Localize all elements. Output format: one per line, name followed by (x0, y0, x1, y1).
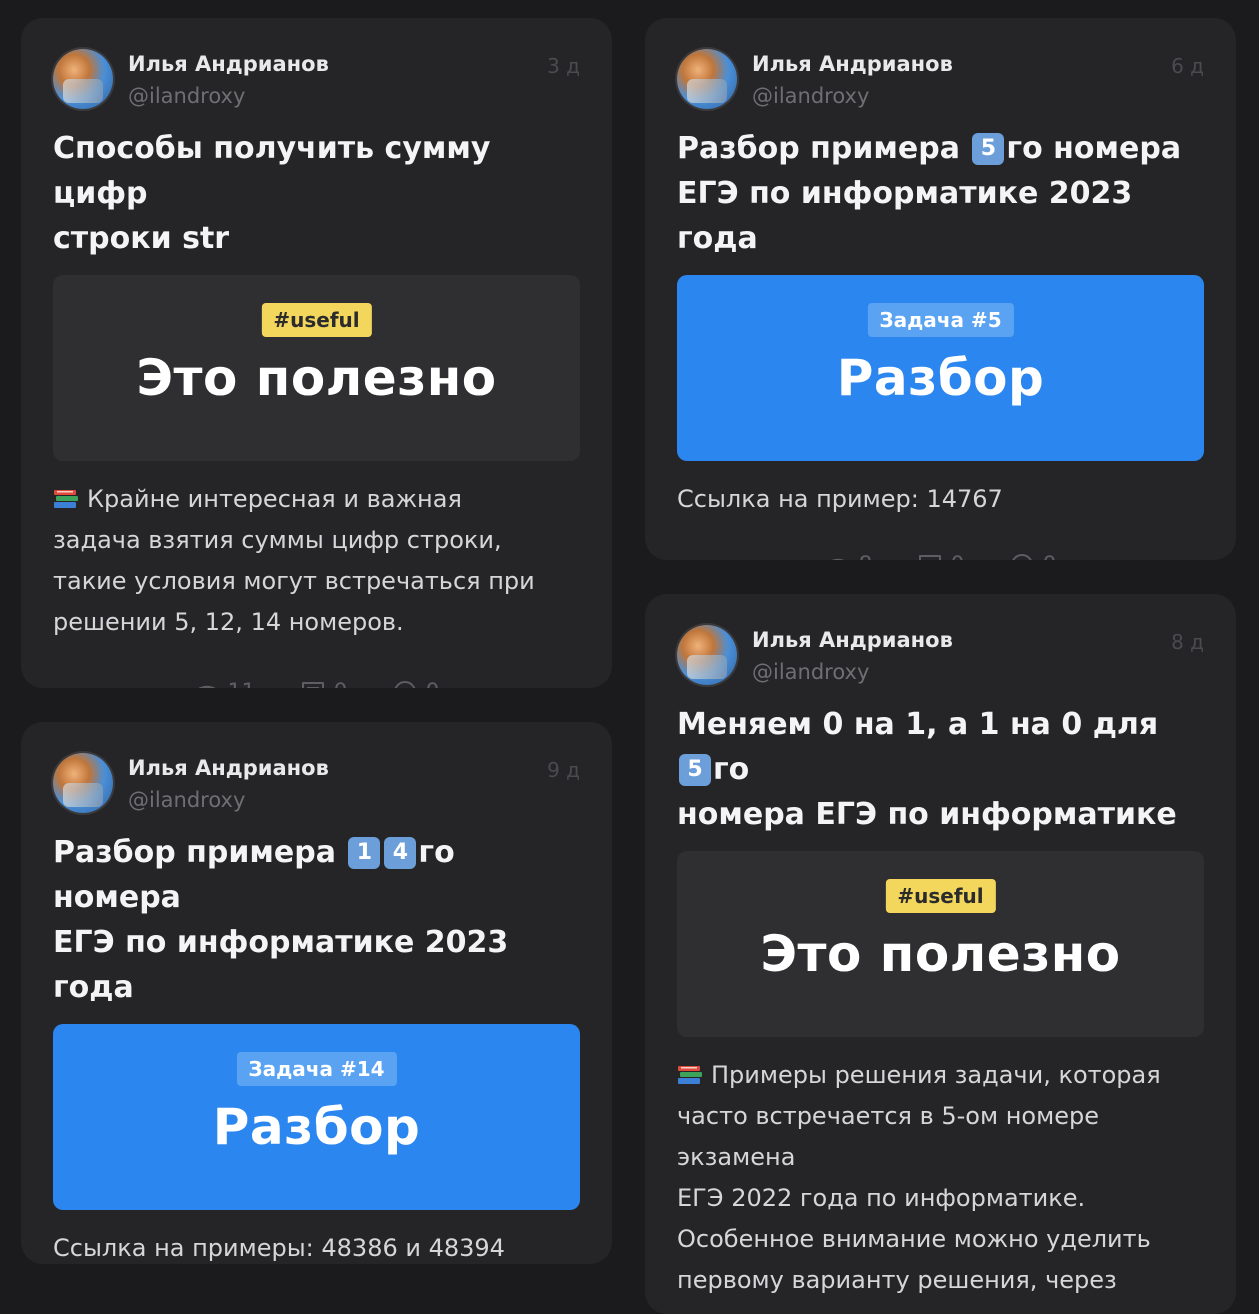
post-time: 8 д (1171, 630, 1204, 654)
post-body: Крайне интересная и важная задача взятия… (53, 479, 580, 643)
title-text: Разбор примера (677, 131, 960, 166)
number-badge: 5 (972, 133, 1005, 165)
title-text: Меняем 0 на 1, а 1 на 0 для (677, 707, 1159, 742)
post-stats: 11 0 0 (53, 677, 580, 688)
post-title[interactable]: Разбор примера 5 го номера ЕГЭ по информа… (677, 126, 1204, 261)
post-title-line: Способы получить сумму цифр (53, 131, 491, 211)
author-name[interactable]: Илья Андрианов (128, 52, 329, 76)
body-text: Крайне интересная и важная (87, 485, 462, 513)
body-text: Примеры решения задачи, которая (711, 1061, 1161, 1089)
banner-tag: #useful (885, 879, 996, 913)
body-line: задача взятия суммы цифр строки, (53, 526, 502, 554)
body-line: Особенное внимание можно уделить (677, 1225, 1151, 1253)
comment-icon (301, 682, 324, 688)
post-body: Ссылка на примеры: 48386 и 48394 (53, 1228, 580, 1264)
banner-title: Разбор (836, 349, 1045, 407)
author-name[interactable]: Илья Андрианов (752, 628, 953, 652)
post-time: 6 д (1171, 54, 1204, 78)
body-line: первому варианту решения, через (677, 1266, 1117, 1294)
author-handle[interactable]: @ilandroxy (752, 84, 869, 108)
author-name[interactable]: Илья Андрианов (128, 756, 329, 780)
post-title-line: Разбор примера 5 го номера (677, 126, 1204, 171)
post-body: Примеры решения задачи, которая часто вс… (677, 1055, 1204, 1314)
author-handle[interactable]: @ilandroxy (128, 788, 245, 812)
post-title-line: Меняем 0 на 1, а 1 на 0 для 5 го (677, 702, 1204, 792)
comments-count: 0 (334, 680, 348, 689)
body-line: Ссылка на пример: 14767 (677, 485, 1003, 513)
reactions-stat[interactable]: 0 (1009, 550, 1057, 560)
post-title-line: строки str (53, 221, 230, 256)
author-handle[interactable]: @ilandroxy (128, 84, 245, 108)
post-title-line: ЕГЭ по информатике 2023 года (53, 925, 509, 1005)
views-stat: 11 (194, 677, 256, 688)
post-time: 3 д (547, 54, 580, 78)
post-card[interactable]: Илья Андрианов @ilandroxy 9 д Разбор при… (21, 722, 612, 1264)
comments-count: 0 (951, 553, 965, 561)
body-line: метод строк (677, 1301, 1204, 1314)
number-badge: 4 (384, 837, 417, 869)
eye-icon (831, 558, 844, 560)
post-header: Илья Андрианов @ilandroxy 9 д (53, 752, 580, 814)
post-title-line: номера ЕГЭ по информатике (677, 797, 1177, 832)
banner-title: Это полезно (136, 349, 497, 407)
banner-tag: Задача #5 (867, 303, 1014, 337)
post-card[interactable]: Илья Андрианов @ilandroxy 6 д Разбор при… (645, 18, 1236, 560)
body-line: Крайне интересная и важная (53, 479, 580, 520)
post-header: Илья Андрианов @ilandroxy 3 д (53, 48, 580, 110)
body-line: решении 5, 12, 14 номеров. (53, 608, 404, 636)
title-text: го (713, 752, 750, 787)
body-line: Примеры решения задачи, которая (677, 1055, 1204, 1096)
post-banner[interactable]: #useful Это полезно (53, 275, 580, 461)
reactions-count: 0 (426, 680, 440, 689)
views-stat: 8 (825, 550, 873, 560)
post-banner[interactable]: #useful Это полезно (677, 851, 1204, 1037)
post-title[interactable]: Разбор примера 1 4 го номера ЕГЭ по информ… (53, 830, 580, 1010)
body-line: такие условия могут встречаться при (53, 567, 535, 595)
post-title[interactable]: Меняем 0 на 1, а 1 на 0 для 5 го номера Е… (677, 702, 1204, 837)
comment-icon (918, 555, 941, 560)
post-stats: 8 0 0 (677, 550, 1204, 560)
post-header: Илья Андрианов @ilandroxy 8 д (677, 624, 1204, 686)
views-count: 11 (228, 680, 256, 689)
banner-tag: Задача #14 (236, 1052, 397, 1086)
number-badge: 5 (679, 754, 711, 786)
comments-stat[interactable]: 0 (300, 677, 348, 688)
avatar[interactable] (677, 625, 737, 685)
post-banner[interactable]: Задача #14 Разбор (53, 1024, 580, 1210)
body-line: ЕГЭ 2022 года по информатике. (677, 1184, 1086, 1212)
post-header: Илья Андрианов @ilandroxy 6 д (677, 48, 1204, 110)
views-count: 8 (859, 553, 873, 561)
post-title[interactable]: Способы получить сумму цифр строки str (53, 126, 580, 261)
reactions-stat[interactable]: 0 (392, 677, 440, 688)
eye-icon (198, 685, 215, 688)
smile-icon (394, 681, 415, 688)
banner-title: Это полезно (760, 925, 1121, 983)
body-line: экзамена (677, 1143, 796, 1171)
post-title-line: Разбор примера 1 4 го номера (53, 830, 580, 920)
banner-title: Разбор (212, 1098, 421, 1156)
post-banner[interactable]: Задача #5 Разбор (677, 275, 1204, 461)
body-line: часто встречается в 5-ом номере (677, 1102, 1099, 1130)
books-icon (54, 490, 78, 508)
title-text: Разбор примера (53, 835, 336, 870)
author-name[interactable]: Илья Андрианов (752, 52, 953, 76)
post-card[interactable]: Илья Андрианов @ilandroxy 3 д Способы по… (21, 18, 612, 688)
post-title-line: ЕГЭ по информатике 2023 года (677, 176, 1133, 256)
reactions-count: 0 (1043, 553, 1057, 561)
avatar[interactable] (53, 753, 113, 813)
author-handle[interactable]: @ilandroxy (752, 660, 869, 684)
avatar[interactable] (677, 49, 737, 109)
title-text: го номера (1006, 131, 1182, 166)
body-line: Ссылка на примеры: 48386 и 48394 (53, 1234, 505, 1262)
post-body: Ссылка на пример: 14767 (677, 479, 1204, 520)
number-badge: 1 (348, 837, 381, 869)
smile-icon (1011, 554, 1032, 560)
comments-stat[interactable]: 0 (917, 550, 965, 560)
post-card[interactable]: Илья Андрианов @ilandroxy 8 д Меняем 0 н… (645, 594, 1236, 1314)
books-icon (678, 1066, 702, 1084)
avatar[interactable] (53, 49, 113, 109)
post-time: 9 д (547, 758, 580, 782)
banner-tag: #useful (261, 303, 372, 337)
